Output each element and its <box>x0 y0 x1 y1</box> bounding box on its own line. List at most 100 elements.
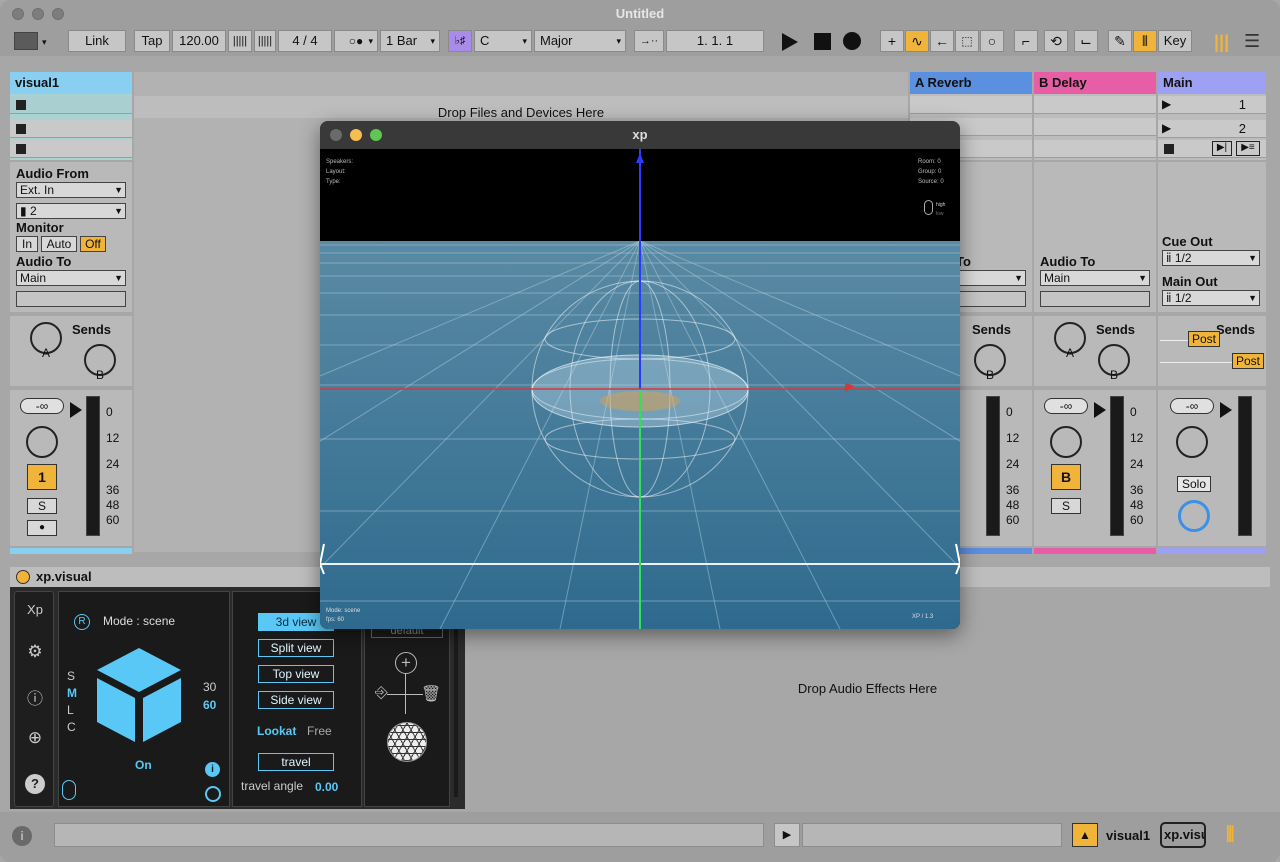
record-icon[interactable] <box>843 32 861 50</box>
stop-all-clips-icon[interactable] <box>1164 144 1174 154</box>
add-icon[interactable]: + <box>395 652 417 674</box>
help-icon[interactable]: ? <box>25 774 45 794</box>
tap-tempo-button[interactable]: Tap <box>134 30 170 52</box>
info-icon[interactable]: i <box>205 762 220 777</box>
play-icon[interactable] <box>782 33 798 51</box>
output-channel-select[interactable] <box>1040 291 1150 307</box>
monitor-auto-button[interactable]: Auto <box>41 236 77 252</box>
size-l[interactable]: L <box>67 702 77 719</box>
key-scale-select[interactable]: Major ▾ <box>534 30 626 52</box>
play-selected-icon[interactable]: ▶| <box>1212 141 1232 156</box>
lookat-toggle[interactable]: Lookat <box>257 724 296 738</box>
warning-icon[interactable]: ▲ <box>1072 823 1098 847</box>
device-activator-icon[interactable] <box>16 570 30 584</box>
overdub-icon[interactable]: + <box>880 30 904 52</box>
input-channel-select[interactable]: ▮ 2 ▼ <box>16 203 126 219</box>
chevron-down-icon[interactable]: ▾ <box>42 37 47 48</box>
capture-icon[interactable]: ⬚ <box>955 30 979 52</box>
audio-from-select[interactable]: Ext. In ▼ <box>16 182 126 198</box>
solo-button[interactable]: S <box>27 498 57 514</box>
split-view-button[interactable]: Split view <box>258 639 334 657</box>
tempo-nudge-up-icon[interactable]: ||||| <box>254 30 276 52</box>
draw-mode-icon[interactable]: ✎ <box>1108 30 1132 52</box>
follow-icon[interactable]: →·· <box>634 30 664 52</box>
track-header-b-delay[interactable]: B Delay <box>1034 72 1156 94</box>
punch-out-icon[interactable]: ⌙ <box>1074 30 1098 52</box>
track-header-main[interactable]: Main <box>1158 72 1266 94</box>
midi-map-icon[interactable]: ⦀ <box>1133 30 1157 52</box>
tempo-field[interactable]: 120.00 <box>172 30 226 52</box>
key-root-select[interactable]: C ▾ <box>474 30 532 52</box>
quality-toggle[interactable]: high low <box>936 201 945 219</box>
menu-icon[interactable]: ☰ <box>1244 31 1260 52</box>
import-icon[interactable]: ⎆ <box>375 684 388 702</box>
volume-field[interactable]: -∞ <box>1170 398 1214 414</box>
clip-stop-icon[interactable] <box>16 144 26 154</box>
quantize-select[interactable]: 1 Bar ▾ <box>380 30 440 52</box>
output-channel-select[interactable] <box>956 291 1026 307</box>
arrangement-position-field[interactable]: 1. 1. 1 <box>666 30 764 52</box>
arm-record-icon[interactable]: ● <box>27 520 57 536</box>
on-toggle[interactable]: On <box>135 758 152 772</box>
info-view-icon[interactable]: i <box>12 826 32 846</box>
fps-60[interactable]: 60 <box>203 698 216 712</box>
play-icon[interactable]: ▶ <box>774 823 800 847</box>
punch-in-icon[interactable]: ⌐ <box>1014 30 1038 52</box>
cue-volume-knob[interactable] <box>1178 500 1210 532</box>
fps-30[interactable]: 30 <box>203 680 216 694</box>
track-activator-button[interactable]: B <box>1051 464 1081 490</box>
cube-icon[interactable] <box>89 644 189 744</box>
gear-icon[interactable]: ⚙ <box>15 642 55 662</box>
side-view-button[interactable]: Side view <box>258 691 334 709</box>
tempo-nudge-down-icon[interactable]: ||||| <box>228 30 252 52</box>
clip-slot[interactable] <box>10 120 132 138</box>
xp-tab[interactable]: Xp <box>15 602 55 617</box>
back-to-arrangement-icon[interactable]: ← <box>930 30 954 52</box>
play-icon[interactable]: ▶ <box>1162 97 1171 111</box>
volume-field[interactable]: -∞ <box>20 398 64 414</box>
device-scroll-handle[interactable] <box>454 627 458 797</box>
key-map-button[interactable]: Key <box>1158 30 1192 52</box>
xp-3d-viewport[interactable]: Speakers: Layout: Type: Room: 0 Group: 0… <box>320 149 960 629</box>
selected-track-name[interactable]: visual1 <box>1106 828 1150 843</box>
mixer-toggle-icon[interactable]: ⫼ <box>1226 824 1234 845</box>
pan-knob[interactable] <box>26 426 58 458</box>
monitor-off-button[interactable]: Off <box>80 236 106 252</box>
scale-mode-icon[interactable]: ♭♯ <box>448 30 472 52</box>
solo-button[interactable]: Solo <box>1177 476 1211 492</box>
audio-to-select[interactable]: Main ▼ <box>1040 270 1150 286</box>
session-record-icon[interactable]: ○ <box>980 30 1004 52</box>
size-s[interactable]: S <box>67 668 77 685</box>
scene-launch-1[interactable]: ▶ 1 <box>1158 96 1266 114</box>
metronome-button[interactable]: ○● ▾ <box>334 30 378 52</box>
top-view-button[interactable]: Top view <box>258 665 334 683</box>
send-b-post-button[interactable]: Post <box>1232 353 1264 369</box>
time-signature-field[interactable]: 4 / 4 <box>278 30 332 52</box>
geodesic-sphere-icon[interactable] <box>387 722 427 762</box>
stop-icon[interactable] <box>814 33 831 50</box>
track-header-a-reverb[interactable]: A Reverb <box>910 72 1032 94</box>
reset-badge[interactable]: R <box>74 614 90 630</box>
pan-knob[interactable] <box>1050 426 1082 458</box>
main-out-select[interactable]: ⅱ 1/2 ▼ <box>1162 290 1260 306</box>
send-a-post-button[interactable]: Post <box>1188 331 1220 347</box>
pan-knob[interactable] <box>1176 426 1208 458</box>
automation-arm-icon[interactable]: ∿ <box>905 30 929 52</box>
clip-slot[interactable] <box>10 140 132 158</box>
scene-launch-2[interactable]: ▶ 2 <box>1158 120 1266 138</box>
clip-stop-icon[interactable] <box>16 100 26 110</box>
trash-icon[interactable]: 🗑 <box>421 684 441 704</box>
track-header-visual1[interactable]: visual1 <box>10 72 132 94</box>
clip-stop-icon[interactable] <box>16 124 26 134</box>
cue-out-select[interactable]: ⅱ 1/2 ▼ <box>1162 250 1260 266</box>
track-activator-button[interactable]: 1 <box>27 464 57 490</box>
browser-toggle-icon[interactable] <box>14 32 38 50</box>
info-icon[interactable]: ⓘ <box>15 685 55 709</box>
clip-slot[interactable] <box>10 96 132 114</box>
travel-button[interactable]: travel <box>258 753 334 771</box>
scene-menu-icon[interactable]: ▶≡ <box>1236 141 1260 156</box>
size-m[interactable]: M <box>67 685 77 702</box>
ring-icon[interactable] <box>205 786 221 802</box>
link-button[interactable]: Link <box>68 30 126 52</box>
solo-button[interactable]: S <box>1051 498 1081 514</box>
